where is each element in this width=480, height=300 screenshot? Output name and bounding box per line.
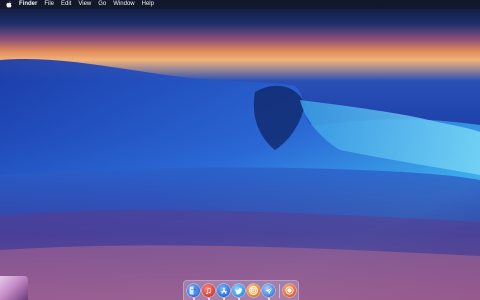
menu-file[interactable]: File	[44, 0, 54, 9]
menu-go[interactable]: Go	[98, 0, 106, 9]
dock-item-messages-send[interactable]	[262, 284, 275, 297]
menu-help[interactable]: Help	[142, 0, 154, 9]
dock-separator	[279, 284, 280, 298]
target-icon	[249, 286, 258, 295]
apple-icon[interactable]	[6, 1, 12, 8]
dock-item-twitter[interactable]	[232, 284, 245, 297]
dock	[183, 280, 299, 300]
menu-app-name[interactable]: Finder	[19, 0, 37, 9]
record-icon	[285, 286, 294, 295]
dock-item-app-store[interactable]	[217, 284, 230, 297]
dock-item-target-app[interactable]	[247, 284, 260, 297]
music-note-icon	[205, 287, 210, 294]
dock-item-music[interactable]	[202, 284, 215, 297]
app-store-icon	[220, 287, 227, 294]
finder-icon	[189, 286, 198, 295]
desktop-wallpaper: Finder File Edit View Go Window Help	[0, 0, 480, 300]
dock-item-finder[interactable]	[187, 284, 200, 297]
menu-window[interactable]: Window	[113, 0, 134, 9]
wave-wallpaper-art	[0, 59, 480, 300]
dock-item-trash[interactable]	[283, 284, 296, 297]
desktop-corner-widget[interactable]	[0, 276, 28, 300]
menu-view[interactable]: View	[78, 0, 91, 9]
menu-bar: Finder File Edit View Go Window Help	[0, 0, 480, 9]
paper-plane-icon	[265, 287, 272, 294]
bird-icon	[234, 287, 242, 294]
menu-edit[interactable]: Edit	[61, 0, 71, 9]
